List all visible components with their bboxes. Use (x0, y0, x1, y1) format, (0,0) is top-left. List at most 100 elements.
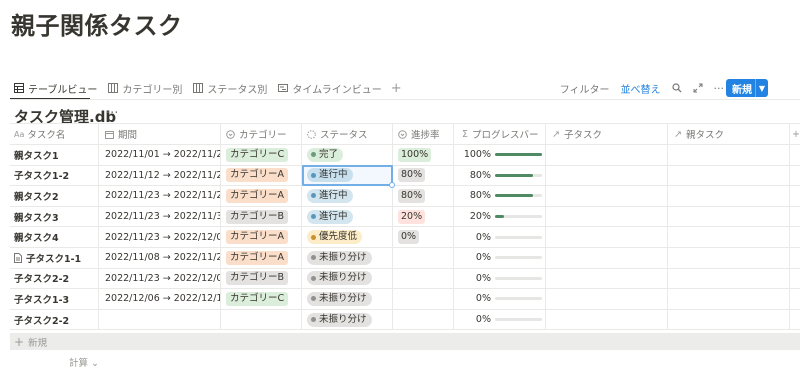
status-cell[interactable]: 完了 (302, 145, 393, 165)
tab-status-board[interactable]: ステータス別 (193, 77, 267, 99)
tab-category-board[interactable]: カテゴリー別 (108, 77, 182, 99)
parent-task-cell[interactable] (668, 268, 790, 289)
period-cell[interactable]: 2022/11/01 → 2022/11/20 (99, 145, 221, 165)
column-header-rate[interactable]: 進捗率 (393, 124, 454, 144)
table-row[interactable]: 親タスク4 2022/11/23 → 2022/12/01 カテゴリーA 優先度低 0%… (10, 227, 800, 248)
rate-cell[interactable]: 20% (393, 206, 454, 227)
add-view-button[interactable]: + (391, 81, 402, 96)
task-name-cell[interactable]: 親タスク4 (10, 227, 99, 247)
tab-timeline-view[interactable]: タイムラインビュー (278, 77, 382, 99)
status-tag: 進行中 (307, 209, 353, 224)
column-header-progress[interactable]: Σ プログレスバー (454, 124, 546, 144)
period-cell[interactable] (99, 309, 221, 330)
parent-task-cell[interactable] (668, 206, 790, 227)
rate-cell[interactable]: 80% (393, 186, 454, 206)
child-task-cell[interactable] (546, 186, 668, 206)
status-cell[interactable]: 進行中 (302, 186, 393, 206)
parent-task-cell[interactable] (668, 165, 790, 186)
parent-task-cell[interactable] (668, 247, 790, 268)
column-header-parent[interactable]: ↗ 親タスク (668, 124, 790, 144)
task-name-cell[interactable]: 子タスク2-2 (10, 309, 99, 330)
task-name-cell[interactable]: 親タスク1 (10, 145, 99, 165)
task-name-cell[interactable]: 親タスク3 (10, 206, 99, 227)
period-cell[interactable]: 2022/11/23 → 2022/12/01 (99, 227, 221, 247)
rate-cell[interactable]: 100% (393, 145, 454, 165)
sort-button[interactable]: 並べ替え (621, 81, 661, 96)
status-dot (311, 275, 316, 281)
period-cell[interactable]: 2022/11/23 → 2022/11/27 (99, 186, 221, 206)
column-header-category[interactable]: カテゴリー (221, 124, 302, 144)
column-header-status[interactable]: ステータス (302, 124, 393, 144)
table-row[interactable]: 親タスク1 2022/11/01 → 2022/11/20 カテゴリーC 完了 100%… (10, 145, 800, 166)
period-cell[interactable]: 2022/11/12 → 2022/11/23 (99, 165, 221, 186)
rate-cell[interactable]: 0% (393, 227, 454, 247)
table-row[interactable]: 子タスク2-2 2022/11/23 → 2022/12/09 カテゴリーB 未振り分… (10, 268, 800, 290)
period-cell[interactable]: 2022/12/06 → 2022/12/10 (99, 289, 221, 309)
new-record-button[interactable]: 新規 ▼ (726, 79, 768, 97)
calculate-button[interactable]: 計算 ⌄ (69, 355, 99, 369)
child-task-cell[interactable] (546, 165, 668, 186)
category-cell[interactable]: カテゴリーB (221, 268, 302, 289)
rate-cell[interactable] (393, 309, 454, 330)
status-text: 完了 (319, 148, 339, 160)
child-task-cell[interactable] (546, 227, 668, 247)
task-name-cell[interactable]: 子タスク1-3 (10, 289, 99, 309)
period-cell[interactable]: 2022/11/08 → 2022/11/23 (99, 247, 221, 268)
task-name-cell[interactable]: 親タスク2 (10, 186, 99, 206)
category-cell[interactable]: カテゴリーC (221, 145, 302, 165)
status-cell[interactable]: 進行中 (302, 206, 393, 227)
parent-task-cell[interactable] (668, 186, 790, 206)
search-icon[interactable] (671, 83, 682, 93)
category-cell[interactable]: カテゴリーA (221, 227, 302, 247)
status-cell[interactable]: 優先度低 (302, 227, 393, 247)
rate-cell[interactable] (393, 247, 454, 268)
parent-task-cell[interactable] (668, 227, 790, 247)
table-row[interactable]: 子タスク1-3 2022/12/06 → 2022/12/10 カテゴリーC 未振り分… (10, 289, 800, 310)
database-more-icon[interactable]: ··· (106, 106, 118, 121)
table-row[interactable]: 親タスク2 2022/11/23 → 2022/11/27 カテゴリーA 進行中 80%… (10, 186, 800, 207)
child-task-cell[interactable] (546, 247, 668, 268)
category-cell[interactable]: カテゴリーA (221, 247, 302, 268)
task-name-cell[interactable]: 子タスク1-1 (10, 247, 99, 268)
category-cell[interactable]: カテゴリーB (221, 206, 302, 227)
parent-task-cell[interactable] (668, 309, 790, 330)
table-row[interactable]: 子タスク2-2 未振り分け 0% (10, 309, 800, 331)
child-task-cell[interactable] (546, 206, 668, 227)
status-cell[interactable]: 進行中 (302, 165, 393, 186)
parent-task-cell[interactable] (668, 289, 790, 309)
period-cell[interactable]: 2022/11/23 → 2022/11/30 (99, 206, 221, 227)
expand-icon[interactable] (693, 83, 703, 93)
category-cell[interactable]: カテゴリーA (221, 165, 302, 186)
more-options-icon[interactable]: ··· (714, 82, 725, 95)
column-header-name[interactable]: Aa タスク名 (10, 124, 99, 144)
category-cell[interactable] (221, 309, 302, 330)
column-header-child[interactable]: ↗ 子タスク (546, 124, 668, 144)
status-cell[interactable]: 未振り分け (302, 247, 393, 268)
rate-cell[interactable] (393, 268, 454, 289)
filter-button[interactable]: フィルター (560, 81, 610, 96)
status-cell[interactable]: 未振り分け (302, 309, 393, 330)
table-row[interactable]: 親タスク3 2022/11/23 → 2022/11/30 カテゴリーB 進行中 20%… (10, 206, 800, 228)
table-row[interactable]: 子タスク1-2 2022/11/12 → 2022/11/23 カテゴリーA 進行中 8… (10, 165, 800, 187)
chevron-down-icon[interactable]: ▼ (756, 84, 768, 93)
period-cell[interactable]: 2022/11/23 → 2022/12/09 (99, 268, 221, 289)
child-task-cell[interactable] (546, 268, 668, 289)
rate-cell[interactable]: 80% (393, 165, 454, 186)
child-task-cell[interactable] (546, 145, 668, 165)
column-header-period[interactable]: 期間 (99, 124, 221, 144)
status-cell[interactable]: 未振り分け (302, 289, 393, 309)
add-row-button[interactable]: + 新規 (10, 333, 800, 350)
status-cell[interactable]: 未振り分け (302, 268, 393, 289)
rate-cell[interactable] (393, 289, 454, 309)
task-name-cell[interactable]: 子タスク2-2 (10, 268, 99, 289)
period-text: 2022/12/06 → 2022/12/10 (105, 293, 221, 305)
tab-table-view[interactable]: テーブルビュー (14, 77, 97, 99)
parent-task-cell[interactable] (668, 145, 790, 165)
add-column-button[interactable]: + (790, 124, 800, 144)
category-cell[interactable]: カテゴリーC (221, 289, 302, 309)
task-name-cell[interactable]: 子タスク1-2 (10, 165, 99, 186)
child-task-cell[interactable] (546, 309, 668, 330)
table-row[interactable]: 子タスク1-1 2022/11/08 → 2022/11/23 カテゴリーA 未振り分… (10, 247, 800, 269)
child-task-cell[interactable] (546, 289, 668, 309)
category-cell[interactable]: カテゴリーA (221, 186, 302, 206)
